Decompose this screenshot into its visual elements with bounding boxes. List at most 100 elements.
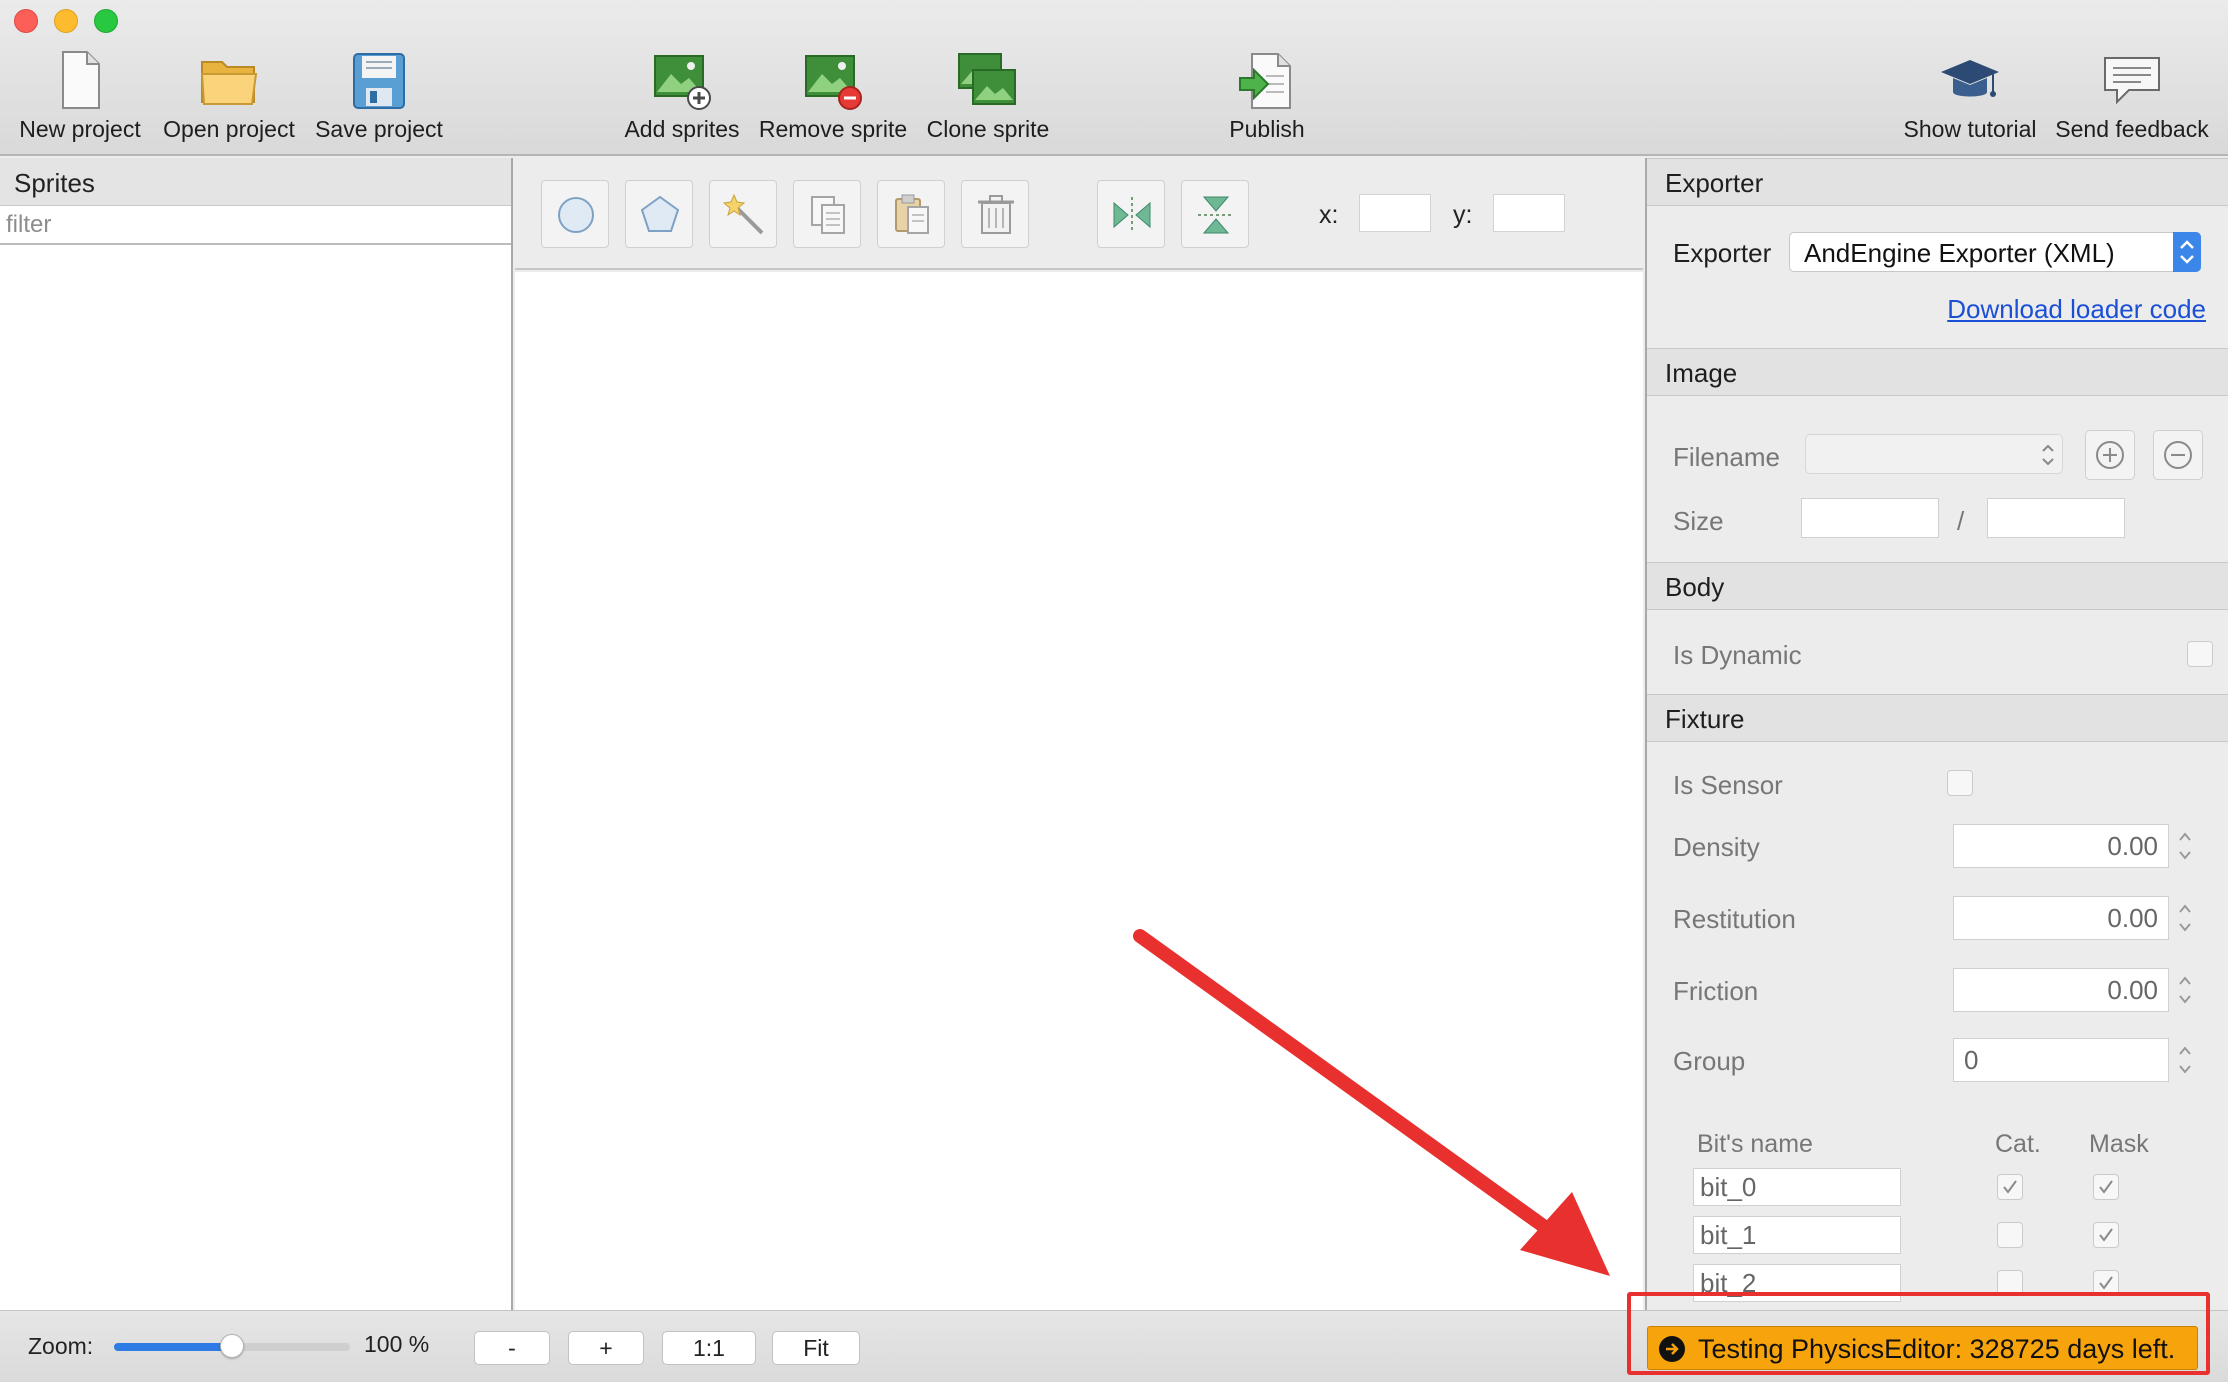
minimize-window-button[interactable]: [54, 9, 78, 33]
open-project-button[interactable]: Open project: [158, 50, 300, 150]
stepper-arrows-icon: [2179, 832, 2191, 860]
density-input[interactable]: 0.00: [1953, 824, 2169, 868]
add-sprites-button[interactable]: Add sprites: [616, 50, 748, 150]
zoom-label: Zoom:: [28, 1333, 94, 1359]
copy-icon: [811, 196, 845, 234]
friction-stepper[interactable]: [2175, 968, 2195, 1012]
x-coordinate-input[interactable]: [1359, 194, 1431, 232]
group-input[interactable]: 0: [1953, 1038, 2169, 1082]
bits-cat-header: Cat.: [1995, 1130, 2041, 1158]
zoom-slider[interactable]: [114, 1334, 350, 1358]
size-label: Size: [1673, 506, 1724, 536]
zoom-actual-size-button[interactable]: 1:1: [662, 1331, 756, 1365]
density-stepper[interactable]: [2175, 824, 2195, 868]
restitution-stepper[interactable]: [2175, 896, 2195, 940]
remove-filename-button[interactable]: [2153, 430, 2203, 480]
plus-circle-icon: [2096, 441, 2124, 469]
zoom-window-button[interactable]: [94, 9, 118, 33]
chevron-updown-icon: [2042, 444, 2054, 466]
show-tutorial-button[interactable]: Show tutorial: [1896, 50, 2044, 150]
close-window-button[interactable]: [14, 9, 38, 33]
is-dynamic-checkbox[interactable]: [2187, 641, 2213, 667]
send-feedback-button[interactable]: Send feedback: [2052, 50, 2212, 150]
image-section-header: Image: [1647, 348, 2228, 396]
bit-name-input[interactable]: bit_1: [1693, 1216, 1901, 1254]
send-feedback-label: Send feedback: [2055, 116, 2209, 142]
save-project-button[interactable]: Save project: [308, 50, 450, 150]
remove-image-icon: [805, 55, 862, 110]
minus-circle-icon: [2164, 441, 2192, 469]
body-section-title: Body: [1665, 572, 1725, 602]
properties-panel: Exporter Exporter AndEngine Exporter (XM…: [1645, 158, 2228, 1310]
download-loader-code-link[interactable]: Download loader code: [1947, 294, 2206, 325]
checkmark-icon: [2003, 1180, 2017, 1194]
canvas-toolbar: x: y:: [515, 158, 1643, 270]
checkmark-icon: [2099, 1228, 2113, 1242]
delete-tool-button[interactable]: [961, 180, 1029, 248]
filename-select[interactable]: [1805, 434, 2063, 474]
bit-mask-checkbox[interactable]: [2093, 1174, 2119, 1200]
floppy-disk-icon: [353, 53, 405, 109]
chevron-updown-icon: [2173, 232, 2201, 272]
checkmark-icon: [2099, 1276, 2113, 1290]
speech-bubble-icon: [2104, 57, 2160, 105]
body-section-header: Body: [1647, 562, 2228, 610]
zoom-in-button[interactable]: +: [568, 1331, 644, 1365]
sprites-list[interactable]: [0, 247, 511, 1307]
height-input[interactable]: [1987, 498, 2125, 538]
shape-canvas[interactable]: [515, 272, 1643, 1310]
is-dynamic-label: Is Dynamic: [1673, 640, 1802, 670]
show-tutorial-label: Show tutorial: [1903, 116, 2037, 142]
restitution-input[interactable]: 0.00: [1953, 896, 2169, 940]
bit-mask-checkbox[interactable]: [2093, 1222, 2119, 1248]
sprites-header: Sprites: [0, 158, 511, 206]
exporter-section-header: Exporter: [1647, 158, 2228, 206]
sprites-panel: Sprites: [0, 158, 513, 1310]
restitution-label: Restitution: [1673, 904, 1796, 934]
exporter-section-title: Exporter: [1665, 168, 1764, 198]
clone-sprite-label: Clone sprite: [926, 116, 1050, 142]
flip-horizontal-button[interactable]: [1097, 180, 1165, 248]
zoom-slider-handle[interactable]: [220, 1334, 244, 1358]
zoom-out-button[interactable]: -: [474, 1331, 550, 1365]
clone-sprite-button[interactable]: Clone sprite: [920, 50, 1056, 150]
folder-icon: [200, 61, 258, 105]
bit-name-input[interactable]: bit_0: [1693, 1168, 1901, 1206]
add-image-icon: [654, 55, 711, 110]
magic-wand-icon: [722, 193, 764, 235]
friction-input[interactable]: 0.00: [1953, 968, 2169, 1012]
magic-wand-tool-button[interactable]: [709, 180, 777, 248]
filename-label: Filename: [1673, 442, 1780, 472]
checkmark-icon: [2099, 1180, 2113, 1194]
group-label: Group: [1673, 1046, 1746, 1076]
bit-cat-checkbox[interactable]: [1997, 1222, 2023, 1248]
save-project-label: Save project: [315, 116, 443, 142]
paste-tool-button[interactable]: [877, 180, 945, 248]
y-coordinate-input[interactable]: [1493, 194, 1565, 232]
width-input[interactable]: [1801, 498, 1939, 538]
group-stepper[interactable]: [2175, 1038, 2195, 1082]
publish-icon: [1239, 53, 1291, 109]
add-filename-button[interactable]: [2085, 430, 2135, 480]
fixture-section-title: Fixture: [1665, 704, 1745, 734]
flip-horizontal-icon: [1113, 197, 1151, 233]
y-label: y:: [1453, 201, 1473, 229]
copy-tool-button[interactable]: [793, 180, 861, 248]
circle-icon: [558, 197, 594, 233]
sprites-filter-input[interactable]: [0, 207, 511, 245]
is-sensor-checkbox[interactable]: [1947, 770, 1973, 796]
remove-sprite-button[interactable]: Remove sprite: [756, 50, 910, 150]
add-sprites-label: Add sprites: [624, 116, 740, 142]
flip-vertical-button[interactable]: [1181, 180, 1249, 248]
polygon-tool-button[interactable]: [625, 180, 693, 248]
publish-button[interactable]: Publish: [1212, 50, 1322, 150]
graduation-cap-icon: [1941, 60, 1999, 97]
new-project-button[interactable]: New project: [8, 50, 152, 150]
exporter-select[interactable]: AndEngine Exporter (XML): [1789, 232, 2201, 272]
exporter-select-value: AndEngine Exporter (XML): [1804, 238, 2115, 268]
trash-icon: [978, 195, 1014, 234]
bits-mask-header: Mask: [2089, 1130, 2149, 1158]
circle-tool-button[interactable]: [541, 180, 609, 248]
zoom-fit-button[interactable]: Fit: [772, 1331, 860, 1365]
bit-cat-checkbox[interactable]: [1997, 1174, 2023, 1200]
